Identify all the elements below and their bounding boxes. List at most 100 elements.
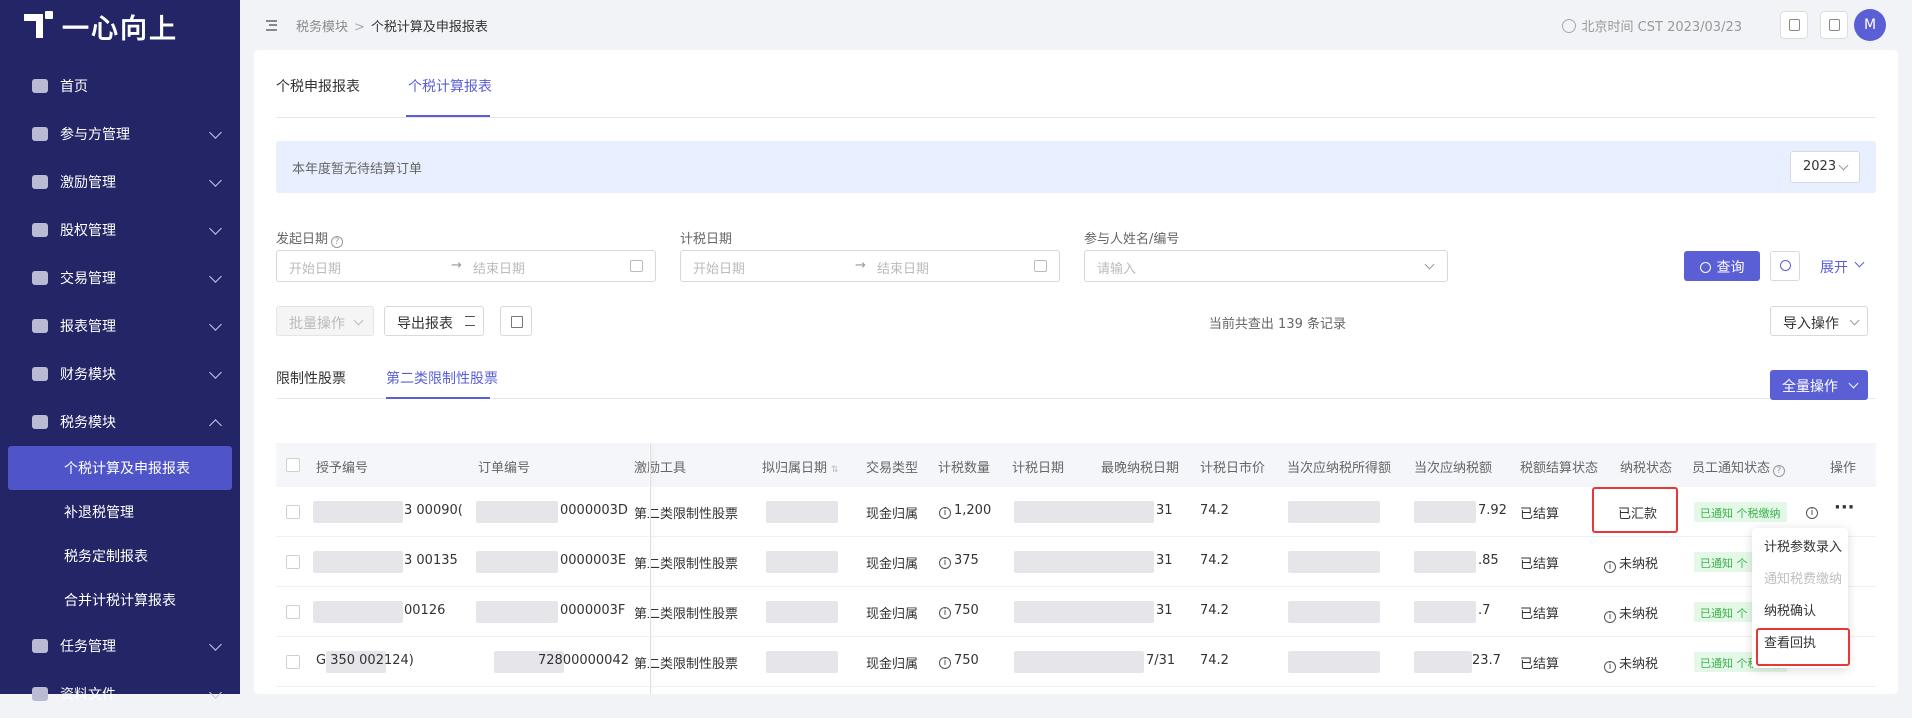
col-market-price: 计税日市价 <box>1200 461 1266 476</box>
task-center-button[interactable] <box>1780 11 1808 39</box>
participant-select[interactable]: 请输入 <box>1084 250 1448 282</box>
participant-label: 参与人姓名/编号 <box>1084 232 1180 247</box>
chevron-down-icon <box>209 318 222 331</box>
more-actions-icon[interactable]: ··· <box>1834 497 1855 518</box>
sidebar-subitem-merged-report[interactable]: 合并计税计算报表 <box>0 578 240 622</box>
menu-item-tax-params[interactable]: 计税参数录入 <box>1752 528 1848 560</box>
tab-type2-restricted-stock[interactable]: 第二类限制性股票 <box>386 368 498 388</box>
cell-latest-date: 31 <box>1156 553 1173 568</box>
tab-restricted-stock[interactable]: 限制性股票 <box>276 368 346 388</box>
breadcrumb-separator: > <box>354 19 365 35</box>
chevron-down-icon <box>1848 378 1859 389</box>
info-icon[interactable]: i <box>1604 561 1616 573</box>
select-all-checkbox[interactable] <box>286 458 300 472</box>
row-checkbox[interactable] <box>286 505 300 519</box>
cell-market-price: 74.2 <box>1200 603 1229 618</box>
redacted-block <box>1014 651 1144 673</box>
info-icon[interactable]: i <box>939 607 951 619</box>
message-button[interactable] <box>1820 11 1848 39</box>
col-tax-date: 计税日期 <box>1012 461 1065 476</box>
clock-icon <box>1561 19 1576 33</box>
sidebar-item-tasks[interactable]: 任务管理 <box>0 622 240 670</box>
notice-text: 本年度暂无待结算订单 <box>292 162 423 177</box>
query-button[interactable]: 查询 <box>1684 251 1760 281</box>
launch-date-range[interactable]: 开始日期 → 结束日期 <box>276 250 656 282</box>
participant-placeholder: 请输入 <box>1097 262 1137 277</box>
chevron-up-icon <box>209 419 222 432</box>
export-label: 导出报表 <box>397 316 453 332</box>
sidebar-item-incentive[interactable]: 激励管理 <box>0 158 240 206</box>
import-action-button[interactable]: 导入操作 <box>1770 306 1868 336</box>
tax-date-range[interactable]: 开始日期 → 结束日期 <box>680 250 1060 282</box>
row-checkbox[interactable] <box>286 605 300 619</box>
clipboard-icon <box>1789 19 1800 31</box>
col-vest-date-label: 拟归属日期 <box>762 461 828 476</box>
chevron-down-icon <box>209 270 222 283</box>
redacted-block <box>313 501 403 523</box>
launch-date-label-text: 发起日期 <box>276 232 329 247</box>
sidebar-item-reports[interactable]: 报表管理 <box>0 302 240 350</box>
sidebar-item-files[interactable]: 资料文件 <box>0 670 240 718</box>
batch-label: 批量操作 <box>289 316 345 332</box>
cell-order-no: 72800000042 <box>538 653 629 668</box>
pay-value: 未纳税 <box>1619 657 1659 672</box>
redacted-block <box>766 601 838 623</box>
cell-pay-status: i 未纳税 <box>1604 653 1658 673</box>
info-icon[interactable]: i <box>939 507 951 519</box>
row-action-menu: 计税参数录入 通知税费缴纳 纳税确认 查看回执 <box>1752 528 1850 668</box>
logo[interactable]: 一心向上 <box>0 0 240 52</box>
notify-tag: 已通知 个 <box>1694 552 1754 572</box>
menu-item-notify-payment[interactable]: 通知税费缴纳 <box>1752 560 1848 592</box>
info-icon[interactable]: i <box>939 557 951 569</box>
folder-icon <box>32 687 48 701</box>
sidebar-subitem-tax-report[interactable]: 个税计算及申报报表 <box>8 446 232 490</box>
info-icon[interactable]: i <box>1806 503 1821 519</box>
topbar: 税务模块 > 个税计算及申报报表 北京时间 CST 2023/03/23 M <box>240 0 1912 50</box>
reset-button[interactable] <box>1770 251 1800 281</box>
info-icon[interactable]: i <box>1604 611 1616 623</box>
collapse-menu-icon[interactable] <box>262 19 278 31</box>
expand-link[interactable]: 展开 <box>1820 257 1865 277</box>
tab-tax-declaration[interactable]: 个税申报报表 <box>276 76 360 96</box>
full-operation-button[interactable]: 全量操作 <box>1770 370 1868 400</box>
redacted-block <box>1288 551 1380 573</box>
sidebar-item-tax[interactable]: 税务模块 <box>0 398 240 446</box>
info-icon[interactable]: i <box>939 657 951 669</box>
row-checkbox[interactable] <box>286 555 300 569</box>
avatar[interactable]: M <box>1854 9 1886 41</box>
sort-icon[interactable]: ⇅ <box>831 465 839 475</box>
column-settings-button[interactable] <box>500 306 532 336</box>
help-icon[interactable]: ? <box>1773 465 1786 477</box>
redacted-block <box>1288 501 1380 523</box>
redacted-block <box>766 501 838 523</box>
pay-value: 未纳税 <box>1619 557 1659 572</box>
breadcrumb-current: 个税计算及申报报表 <box>370 19 488 35</box>
sidebar-item-equity[interactable]: 股权管理 <box>0 206 240 254</box>
calendar-icon <box>1034 260 1047 272</box>
breadcrumb: 税务模块 > 个税计算及申报报表 <box>296 16 488 35</box>
sidebar-item-participants[interactable]: 参与方管理 <box>0 110 240 158</box>
task-icon <box>32 639 48 653</box>
highlight-box <box>1592 487 1678 533</box>
tab-tax-calculation[interactable]: 个税计算报表 <box>408 76 492 96</box>
export-report-button[interactable]: 导出报表 <box>384 306 484 336</box>
columns-icon <box>511 316 523 328</box>
sidebar-item-finance[interactable]: 财务模块 <box>0 350 240 398</box>
sidebar-item-trade[interactable]: 交易管理 <box>0 254 240 302</box>
sidebar-item-label: 任务管理 <box>60 639 116 655</box>
year-select[interactable]: 2023 <box>1790 151 1860 183</box>
sidebar-item-home[interactable]: 首页 <box>0 62 240 110</box>
tax-end-placeholder: 结束日期 <box>877 262 930 277</box>
col-vest-date[interactable]: 拟归属日期 ⇅ <box>762 457 839 476</box>
row-checkbox[interactable] <box>286 655 300 669</box>
qty-value: 375 <box>954 553 979 568</box>
help-icon[interactable]: ? <box>331 236 344 248</box>
cell-grant-no: 00126 <box>404 603 446 618</box>
menu-item-confirm-tax[interactable]: 纳税确认 <box>1752 592 1848 624</box>
query-label: 查询 <box>1716 260 1745 276</box>
batch-action-button[interactable]: 批量操作 <box>276 306 374 336</box>
sidebar-subitem-refund[interactable]: 补退税管理 <box>0 490 240 534</box>
breadcrumb-parent[interactable]: 税务模块 <box>296 20 348 35</box>
info-icon[interactable]: i <box>1604 661 1616 673</box>
sidebar-subitem-custom-report[interactable]: 税务定制报表 <box>0 534 240 578</box>
